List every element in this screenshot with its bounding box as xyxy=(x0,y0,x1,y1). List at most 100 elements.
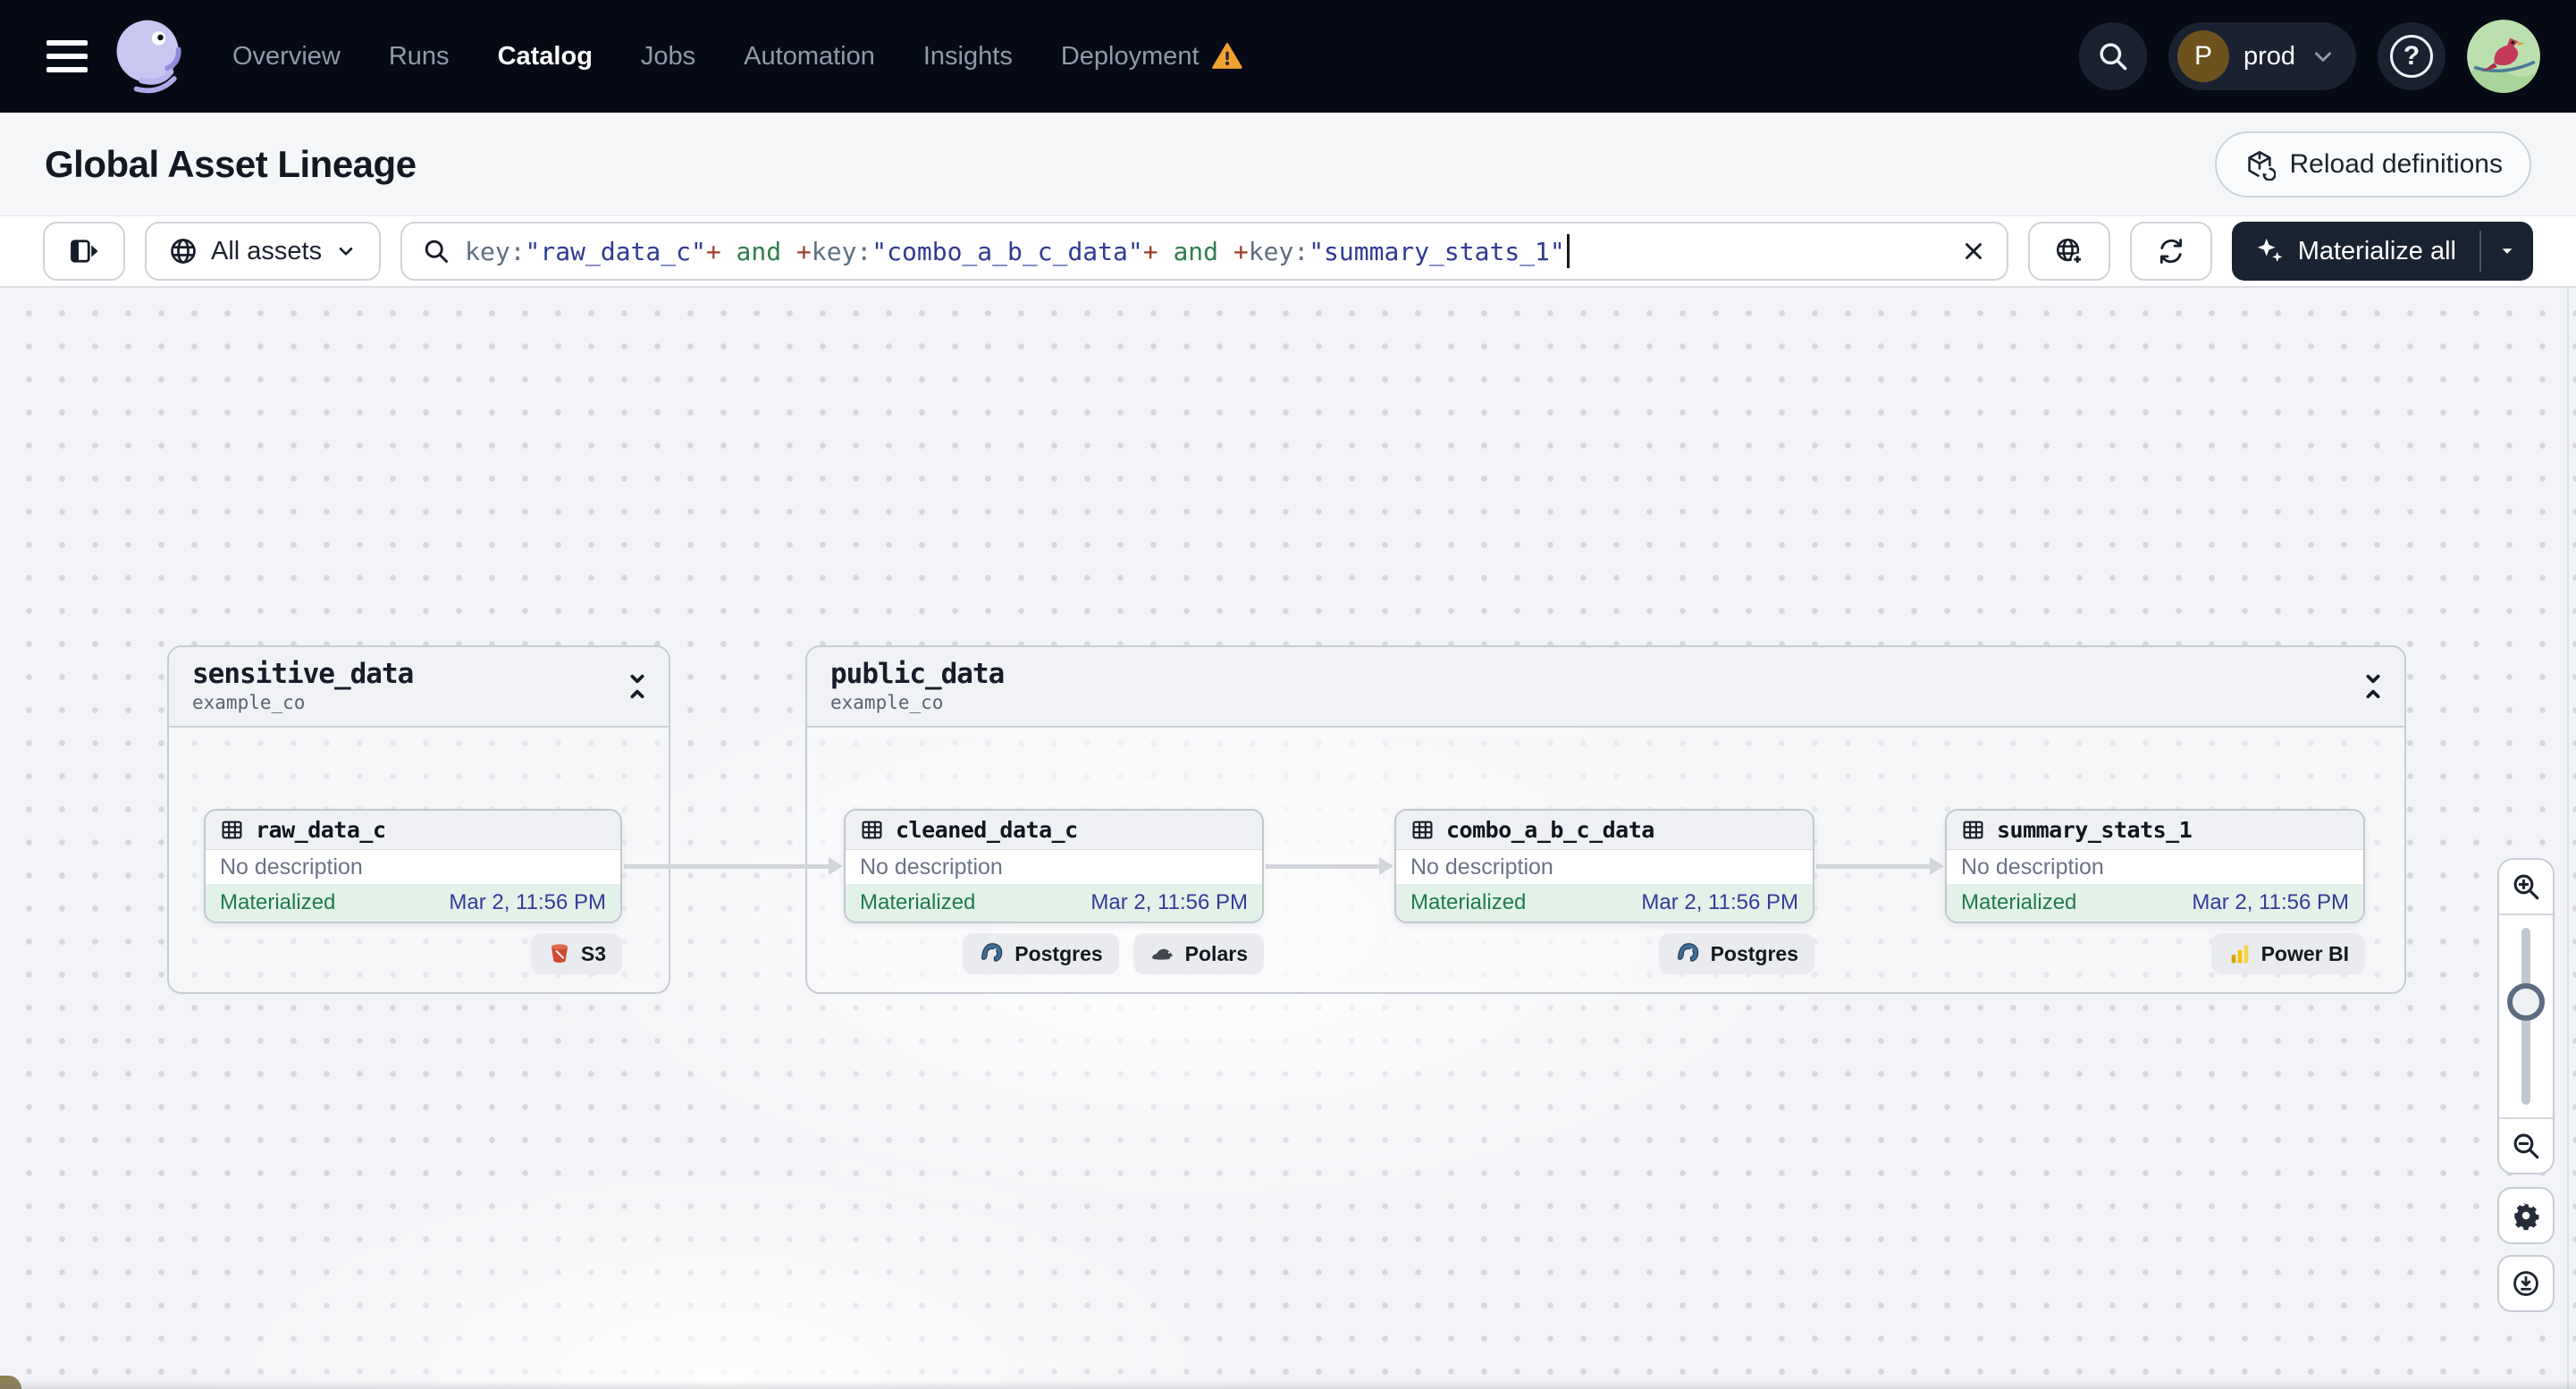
nav-item-overview[interactable]: Overview xyxy=(232,42,341,72)
search-icon xyxy=(2100,43,2127,71)
download-icon xyxy=(2513,1271,2538,1296)
nav-item-label: Jobs xyxy=(640,41,696,71)
graph-settings-button[interactable] xyxy=(2497,1187,2555,1244)
dagster-logo[interactable] xyxy=(107,13,193,99)
zoom-in-icon xyxy=(2513,874,2539,900)
group-header: sensitive_data example_co xyxy=(169,647,669,728)
refresh-graph-button[interactable] xyxy=(2129,222,2212,281)
lineage-edge xyxy=(1266,857,1393,875)
query-segment: key: xyxy=(1248,236,1309,266)
nav-item-deployment[interactable]: Deployment xyxy=(1061,41,1242,72)
page-title: Global Asset Lineage xyxy=(45,142,417,185)
nav-item-label: Overview xyxy=(232,41,341,71)
asset-node-header: combo_a_b_c_data xyxy=(1396,811,1813,850)
tag-postgres[interactable]: Postgres xyxy=(963,933,1119,974)
materialize-all-button[interactable]: Materialize all xyxy=(2232,222,2479,281)
table-icon xyxy=(862,821,882,839)
status-badge: Materialized xyxy=(1410,890,1527,914)
asset-query-input[interactable]: key: "raw_data_c" + and + key: "combo_a_b_c_… xyxy=(400,222,2008,281)
asset-node-cleaned_data_c[interactable]: cleaned_data_c No description Materializ… xyxy=(844,809,1264,923)
environment-label: prod xyxy=(2243,41,2295,71)
materialization-timestamp: Mar 2, 11:56 PM xyxy=(1090,890,1248,914)
view-full-graph-button[interactable] xyxy=(2027,222,2110,281)
tag-row-combo_a_b_c_data: Postgres xyxy=(1394,933,1814,974)
nav-item-runs[interactable]: Runs xyxy=(389,42,450,72)
global-search-button[interactable] xyxy=(2078,22,2147,90)
nav-item-catalog[interactable]: Catalog xyxy=(498,42,593,72)
query-segment: + xyxy=(705,236,721,266)
asset-name: summary_stats_1 xyxy=(1997,817,2193,843)
asset-filter-dropdown[interactable]: All assets xyxy=(145,222,382,281)
globe-plus-icon xyxy=(2056,238,2084,265)
collapse-group-button[interactable] xyxy=(622,669,652,707)
canvas-right-edge xyxy=(2567,288,2569,1389)
zoom-slider-knob[interactable] xyxy=(2507,983,2545,1021)
tag-row-raw_data_c: S3 xyxy=(204,933,622,974)
globe-icon xyxy=(171,239,196,264)
query-segment: + xyxy=(1142,236,1158,266)
zoom-in-button[interactable] xyxy=(2499,860,2553,915)
asset-node-header: summary_stats_1 xyxy=(1947,811,2363,850)
reload-definitions-button[interactable]: Reload definitions xyxy=(2214,130,2531,198)
collapse-group-button[interactable] xyxy=(2358,669,2388,707)
caret-down-icon xyxy=(2502,248,2513,254)
tag-s3[interactable]: S3 xyxy=(530,933,622,974)
nav-item-label: Deployment xyxy=(1060,41,1200,71)
query-segment: + xyxy=(1233,236,1249,266)
asset-status-row: Materialized Mar 2, 11:56 PM xyxy=(206,884,620,922)
table-icon xyxy=(1412,821,1433,839)
asset-status-row: Materialized Mar 2, 11:56 PM xyxy=(1947,884,2363,922)
asset-description: No description xyxy=(860,854,1003,880)
hamburger-menu-button[interactable] xyxy=(36,28,98,85)
user-avatar[interactable] xyxy=(2467,20,2540,93)
tag-powerbi[interactable]: Power BI xyxy=(2210,933,2365,974)
query-segment: "combo_a_b_c_data" xyxy=(871,236,1143,266)
download-graph-button[interactable] xyxy=(2497,1255,2555,1312)
nav-links: Overview Runs Catalog Jobs Automation In… xyxy=(232,41,1242,72)
status-badge: Materialized xyxy=(860,890,976,914)
zoom-out-button[interactable] xyxy=(2499,1117,2553,1173)
materialize-options-caret[interactable] xyxy=(2481,222,2533,281)
tag-polars[interactable]: Polars xyxy=(1132,933,1264,974)
polars-icon xyxy=(1151,948,1173,960)
nav-item-label: Runs xyxy=(388,41,450,71)
asset-node-combo_a_b_c_data[interactable]: combo_a_b_c_data No description Material… xyxy=(1394,809,1814,923)
group-location: example_co xyxy=(192,692,306,713)
refresh-icon xyxy=(2159,239,2182,264)
asset-description: No description xyxy=(220,854,363,880)
warning-icon xyxy=(1211,43,1242,69)
materialization-timestamp: Mar 2, 11:56 PM xyxy=(1641,890,1798,914)
clear-query-button[interactable] xyxy=(1960,238,1987,265)
asset-name: combo_a_b_c_data xyxy=(1446,817,1654,843)
nav-item-jobs[interactable]: Jobs xyxy=(641,42,695,72)
help-button[interactable]: ? xyxy=(2378,22,2446,90)
environment-switcher[interactable]: P prod xyxy=(2168,22,2356,90)
query-segment: and xyxy=(1158,236,1233,266)
tag-label: Polars xyxy=(1184,941,1248,965)
tag-postgres[interactable]: Postgres xyxy=(1658,933,1814,974)
asset-node-summary_stats_1[interactable]: summary_stats_1 No description Materiali… xyxy=(1945,809,2365,923)
nav-item-insights[interactable]: Insights xyxy=(923,42,1013,72)
asset-name: cleaned_data_c xyxy=(896,817,1078,843)
tag-row-summary_stats_1: Power BI xyxy=(1945,933,2365,974)
tag-label: Power BI xyxy=(2260,941,2349,965)
query-segment: key: xyxy=(811,236,872,266)
asset-description: No description xyxy=(1410,854,1553,880)
lineage-canvas: sensitive_data example_co public_data ex… xyxy=(0,288,2576,1389)
materialize-all-label: Materialize all xyxy=(2297,236,2456,265)
asset-node-raw_data_c[interactable]: raw_data_c No description Materialized M… xyxy=(204,809,622,923)
group-name: sensitive_data xyxy=(192,658,414,690)
powerbi-icon xyxy=(2231,945,2248,964)
reload-cube-icon xyxy=(2247,150,2276,181)
close-icon xyxy=(1965,243,1982,259)
lineage-edge xyxy=(624,857,843,875)
minimap-corner xyxy=(0,1376,21,1389)
zoom-controls xyxy=(2497,858,2555,1174)
materialization-timestamp: Mar 2, 11:56 PM xyxy=(449,890,606,914)
query-segment: + xyxy=(796,236,812,266)
open-asset-panel-button[interactable] xyxy=(43,222,125,281)
nav-item-automation[interactable]: Automation xyxy=(744,42,875,72)
query-text: key: "raw_data_c" + and + key: "combo_a_b_c_… xyxy=(465,234,1570,268)
tag-label: Postgres xyxy=(1710,941,1798,965)
postgres-icon xyxy=(981,943,1003,962)
